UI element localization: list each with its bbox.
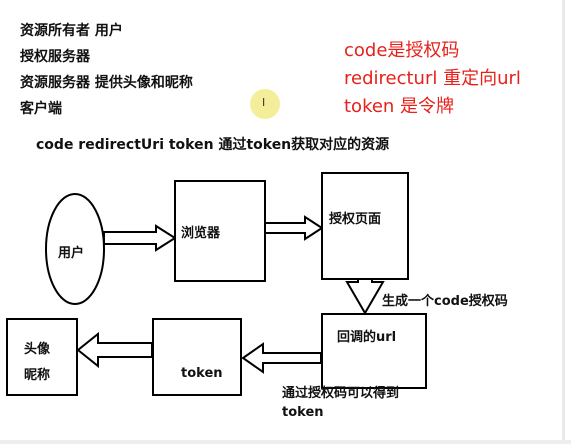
arrow-token-to-avatar bbox=[76, 331, 153, 369]
arrow-callback-to-token bbox=[241, 342, 322, 374]
node-auth-page-label: 授权页面 bbox=[329, 212, 382, 227]
token-box bbox=[152, 318, 242, 396]
avatar-box bbox=[6, 318, 78, 396]
edge-via-code-label-2: token bbox=[282, 405, 324, 420]
callback-box bbox=[321, 313, 427, 389]
node-user-label: 用户 bbox=[58, 246, 85, 261]
diagram-canvas: 资源所有者 用户 授权服务器 资源服务器 提供头像和昵称 客户端 code re… bbox=[0, 0, 571, 444]
window-bottom-edge bbox=[0, 440, 571, 444]
node-browser-label: 浏览器 bbox=[181, 226, 221, 241]
window-scrollbar-edge bbox=[562, 0, 565, 444]
node-callback-label: 回调的url bbox=[337, 330, 397, 345]
node-avatar-label-2: 昵称 bbox=[24, 368, 51, 383]
edge-via-code-label-1: 通过授权码可以得到 bbox=[282, 386, 400, 401]
node-token-label: token bbox=[181, 366, 223, 381]
node-avatar-label-1: 头像 bbox=[24, 342, 51, 357]
arrow-user-to-browser bbox=[103, 224, 177, 252]
edge-generate-code-label: 生成一个code授权码 bbox=[382, 294, 508, 309]
arrows-layer bbox=[45, 193, 385, 374]
